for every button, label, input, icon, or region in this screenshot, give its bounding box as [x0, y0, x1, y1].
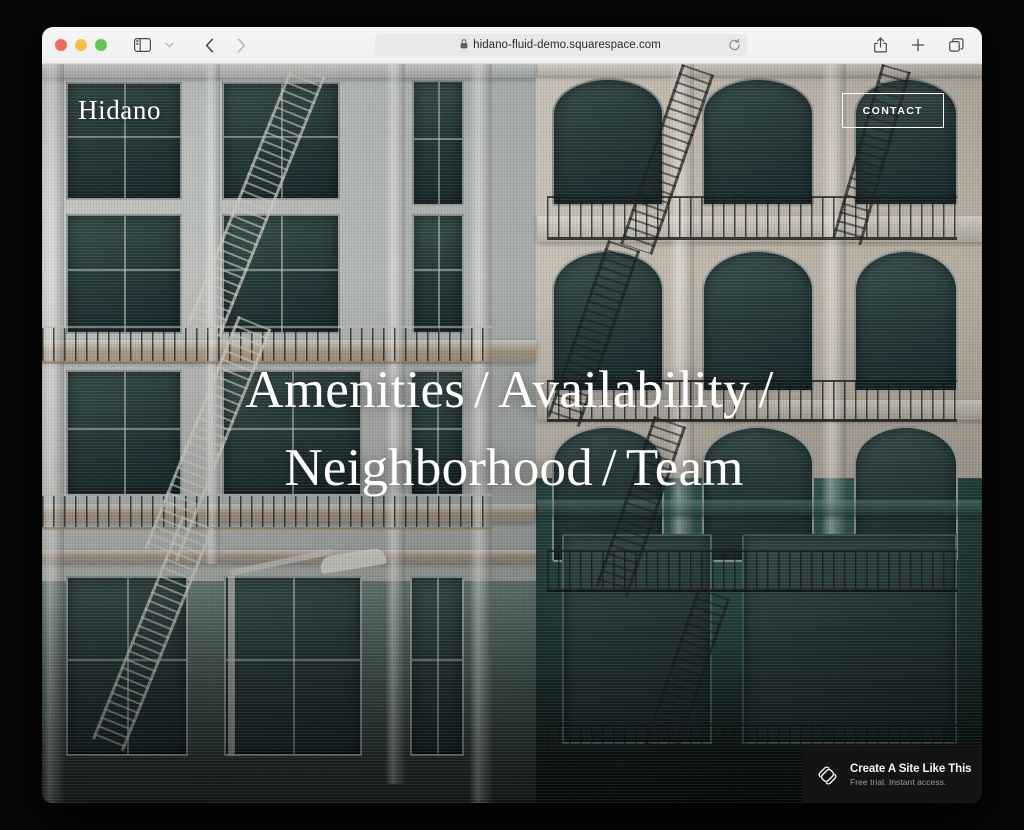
hero-link-team[interactable]: Team: [626, 439, 744, 497]
hero-headline: Amenities / Availability / Neighborhood / Tea…: [42, 352, 982, 508]
site-header: Hidano CONTACT: [42, 64, 982, 156]
sidebar-controls: [129, 33, 182, 57]
url-text: hidano-fluid-demo.squarespace.com: [473, 39, 661, 51]
address-bar-content: hidano-fluid-demo.squarespace.com: [460, 36, 661, 54]
hero-separator: /: [474, 361, 489, 419]
sidebar-toggle-icon[interactable]: [129, 33, 155, 57]
hero-separator: /: [758, 361, 774, 419]
hero-line-2: Neighborhood / Team: [64, 430, 964, 508]
back-button-icon[interactable]: [196, 33, 222, 57]
badge-subtitle: Free trial. Instant access.: [850, 777, 947, 787]
hero-link-neighborhood[interactable]: Neighborhood: [284, 439, 593, 497]
lock-icon: [460, 36, 468, 54]
hero-link-availability[interactable]: Availability: [498, 361, 750, 419]
minimize-window-button[interactable]: [75, 39, 87, 51]
address-bar[interactable]: hidano-fluid-demo.squarespace.com: [374, 34, 747, 56]
navigation-controls: [196, 33, 254, 57]
site-logo[interactable]: Hidano: [78, 95, 161, 126]
squarespace-badge-text: Create A Site Like This Free trial. Inst…: [850, 763, 972, 787]
maximize-window-button[interactable]: [95, 39, 107, 51]
tab-overview-icon[interactable]: [943, 33, 969, 57]
hero-separator: /: [601, 438, 617, 497]
squarespace-logo-icon: [816, 764, 839, 787]
new-tab-icon[interactable]: [905, 33, 931, 57]
chevron-down-icon[interactable]: [156, 33, 182, 57]
badge-title: Create A Site Like This: [850, 763, 972, 775]
forward-button-icon[interactable]: [228, 33, 254, 57]
reload-icon[interactable]: [728, 38, 741, 52]
desktop-background: hidano-fluid-demo.squarespace.com Hidano…: [0, 0, 1024, 830]
page-viewport: Hidano CONTACT Amenities / Availability / N…: [42, 64, 982, 803]
contact-button[interactable]: CONTACT: [841, 92, 944, 128]
hero-link-amenities[interactable]: Amenities: [245, 361, 465, 419]
window-controls: [55, 39, 107, 51]
browser-toolbar: hidano-fluid-demo.squarespace.com: [42, 27, 982, 64]
address-bar-container: hidano-fluid-demo.squarespace.com: [254, 34, 867, 56]
close-window-button[interactable]: [55, 39, 67, 51]
share-icon[interactable]: [867, 33, 893, 57]
hero-line-1: Amenities / Availability /: [64, 352, 964, 430]
toolbar-right-actions: [867, 33, 969, 57]
browser-window: hidano-fluid-demo.squarespace.com Hidano…: [42, 27, 982, 803]
squarespace-promo-badge[interactable]: Create A Site Like This Free trial. Inst…: [802, 747, 982, 803]
